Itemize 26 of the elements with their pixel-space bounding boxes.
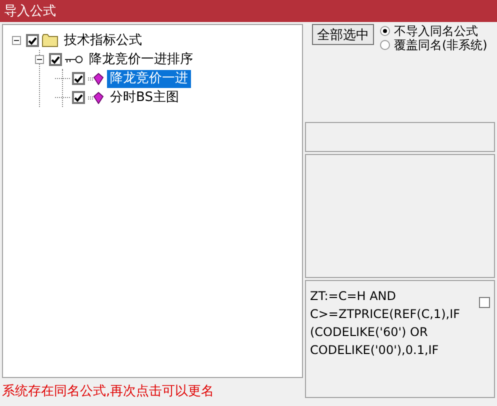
folder-icon — [42, 34, 58, 47]
key-icon — [65, 55, 83, 64]
checkbox[interactable] — [49, 53, 62, 66]
status-message: 系统存在同名公式,再次点击可以更名 — [2, 383, 214, 400]
collapse-toggle[interactable] — [12, 36, 21, 45]
code-line: CODELIKE('00'),0.1,IF — [310, 342, 440, 359]
tree-item[interactable]: 降龙竞价一进 — [107, 70, 191, 88]
radio-button[interactable] — [380, 40, 390, 50]
checkbox[interactable] — [72, 72, 85, 85]
code-line: (CODELIKE('60') OR — [310, 324, 429, 341]
diamond-icon — [88, 92, 104, 104]
diamond-icon — [88, 72, 104, 84]
radio-button[interactable] — [380, 26, 390, 36]
tree-item[interactable]: 技术指标公式 — [61, 32, 145, 50]
select-all-button[interactable]: 全部选中 — [312, 24, 374, 45]
radio-label[interactable]: 覆盖同名(非系统) — [394, 36, 488, 54]
checkbox[interactable] — [479, 297, 490, 308]
checkbox[interactable] — [26, 34, 39, 47]
code-line: ZT:=C=H AND — [310, 288, 398, 305]
code-line: C>=ZTPRICE(REF(C,1),IF — [310, 306, 462, 323]
checkbox[interactable] — [72, 91, 85, 104]
window-title: 导入公式 — [3, 3, 56, 20]
tree-item[interactable]: 降龙竞价一进排序 — [86, 50, 196, 68]
radio-label[interactable]: 不导入同名公式 — [394, 22, 478, 40]
tree-item[interactable]: 分时BS主图 — [107, 88, 182, 106]
collapse-toggle[interactable] — [35, 55, 44, 64]
